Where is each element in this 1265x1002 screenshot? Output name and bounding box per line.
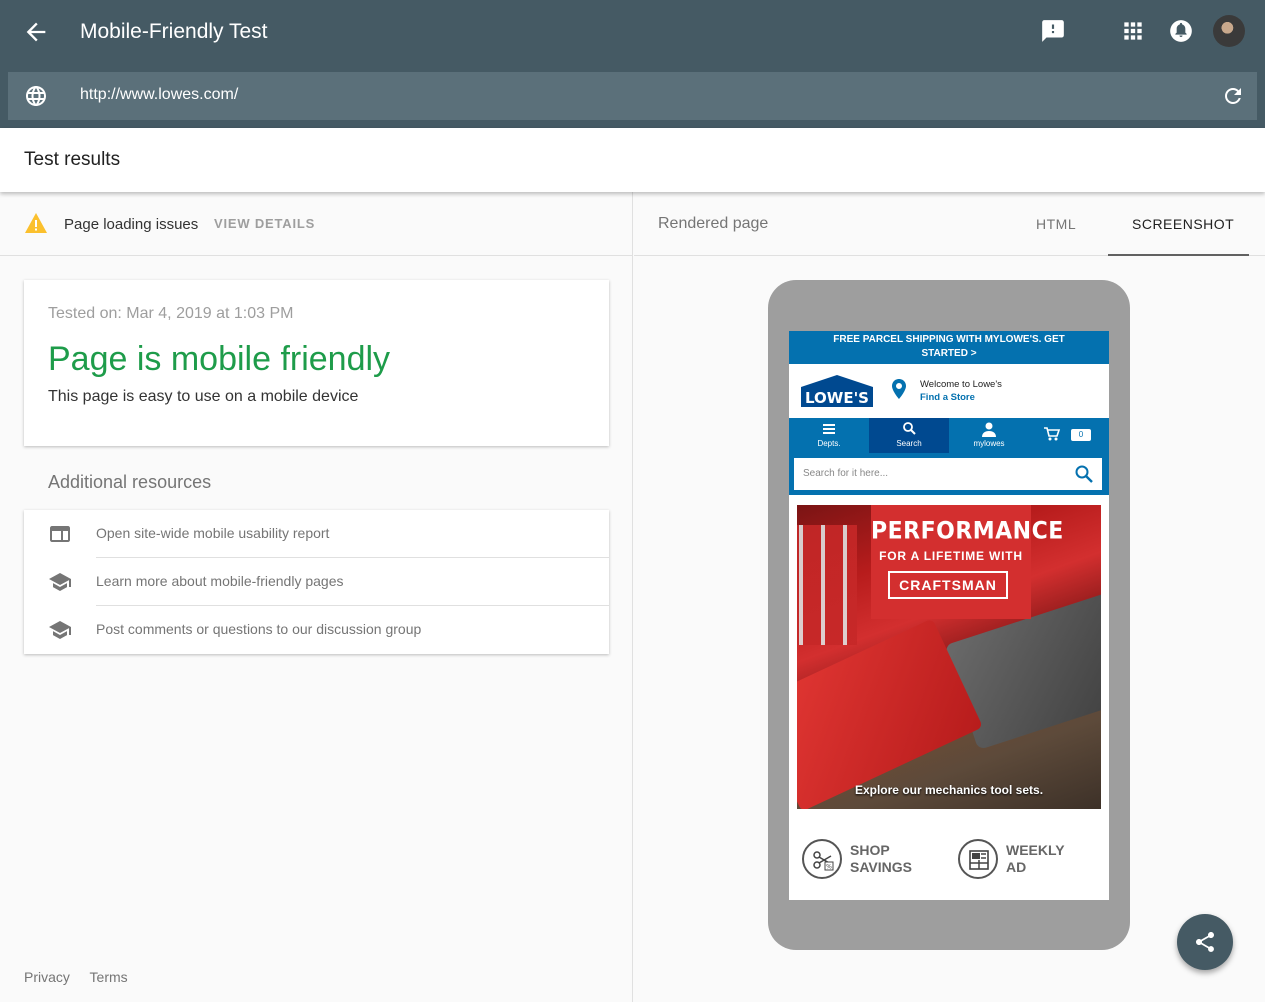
resources-card: Open site-wide mobile usability report L… <box>24 510 609 654</box>
tab-screenshot[interactable]: SCREENSHOT <box>1132 216 1234 232</box>
cart-icon <box>1044 427 1061 441</box>
hero-subline: FOR A LIFETIME WITH <box>879 549 1023 563</box>
svg-text:LOWE'S: LOWE'S <box>805 389 869 407</box>
footer: Privacy Terms <box>24 969 144 985</box>
school-icon <box>48 570 72 594</box>
page-loading-issues-bar: Page loading issues VIEW DETAILS <box>0 192 633 256</box>
page-title: Test results <box>24 149 121 170</box>
nav-label: Search <box>896 439 922 448</box>
rendered-screenshot: FREE PARCEL SHIPPING WITH MYLOWE'S. GET … <box>789 331 1109 900</box>
back-arrow-icon[interactable] <box>22 18 50 46</box>
nav-label: mylowes <box>973 439 1005 448</box>
warning-icon <box>24 212 48 234</box>
nav-cart <box>1029 418 1109 453</box>
shortcut-label: WEEKLY AD <box>1006 842 1065 875</box>
search-icon <box>903 422 916 435</box>
search-icon <box>1075 465 1093 483</box>
socket-rack-image <box>797 525 857 645</box>
result-card: Tested on: Mar 4, 2019 at 1:03 PM Page i… <box>24 280 609 446</box>
site-nav: Depts. Search mylowes 0 <box>789 418 1109 453</box>
additional-resources-heading: Additional resources <box>48 472 212 492</box>
resource-label: Learn more about mobile-friendly pages <box>96 573 344 589</box>
privacy-link[interactable]: Privacy <box>24 969 70 985</box>
resource-item-usability-report[interactable]: Open site-wide mobile usability report <box>24 510 609 558</box>
svg-text:%: % <box>826 864 832 871</box>
welcome-text: Welcome to Lowe's <box>920 379 1002 390</box>
phone-frame: FREE PARCEL SHIPPING WITH MYLOWE'S. GET … <box>768 280 1130 950</box>
nav-search: Search <box>869 418 949 453</box>
user-icon <box>982 422 996 437</box>
craftsman-logo: CRAFTSMAN <box>888 571 1008 599</box>
newspaper-icon <box>958 839 998 879</box>
rendered-page-label: Rendered page <box>658 215 769 232</box>
notifications-icon[interactable] <box>1168 18 1194 44</box>
view-details-button[interactable]: VIEW DETAILS <box>214 216 315 231</box>
apps-grid-icon[interactable] <box>1120 18 1146 44</box>
location-pin-icon <box>891 379 907 399</box>
right-panel: Rendered page HTML SCREENSHOT FREE PARCE… <box>634 192 1265 1002</box>
url-input[interactable]: http://www.lowes.com/ <box>80 86 238 104</box>
shortcut-label: SHOP SAVINGS <box>850 842 912 875</box>
globe-icon <box>24 84 48 108</box>
report-icon <box>48 522 72 546</box>
tab-html[interactable]: HTML <box>1036 216 1076 232</box>
search-placeholder: Search for it here... <box>803 468 889 479</box>
find-store-link: Find a Store <box>920 392 975 403</box>
site-header: LOWE'S Welcome to Lowe's Find a Store <box>789 364 1109 418</box>
resource-label: Post comments or questions to our discus… <box>96 621 422 637</box>
resource-item-discussion-group[interactable]: Post comments or questions to our discus… <box>24 606 609 654</box>
rendered-page-tabs: Rendered page HTML SCREENSHOT <box>634 192 1265 256</box>
nav-mylowes: mylowes <box>949 418 1029 453</box>
share-icon <box>1196 932 1214 952</box>
site-search-bar: Search for it here... <box>789 453 1109 495</box>
refresh-icon[interactable] <box>1221 84 1245 108</box>
tested-on-text: Tested on: Mar 4, 2019 at 1:03 PM <box>48 305 294 322</box>
school-icon <box>48 618 72 642</box>
feedback-icon[interactable] <box>1040 18 1066 44</box>
terms-link[interactable]: Terms <box>90 969 128 985</box>
nav-label: Depts. <box>817 439 841 448</box>
issues-label: Page loading issues <box>64 216 199 233</box>
verdict-heading: Page is mobile friendly <box>48 340 391 378</box>
scissors-coupon-icon: % <box>802 839 842 879</box>
nav-depts: Depts. <box>789 418 869 453</box>
cart-count-badge: 0 <box>1071 429 1091 441</box>
hero-caption: Explore our mechanics tool sets. <box>854 783 1044 797</box>
results-header: Test results <box>0 128 1265 192</box>
url-bar[interactable]: http://www.lowes.com/ <box>8 72 1257 120</box>
hero-headline: PERFORMANCE <box>871 517 1064 546</box>
hero-brand-box: PERFORMANCE FOR A LIFETIME WITH CRAFTSMA… <box>871 505 1064 619</box>
resource-label: Open site-wide mobile usability report <box>96 525 330 541</box>
verdict-description: This page is easy to use on a mobile dev… <box>48 388 359 405</box>
menu-icon <box>823 424 835 434</box>
promo-banner: FREE PARCEL SHIPPING WITH MYLOWE'S. GET … <box>789 331 1109 364</box>
resource-item-learn-more[interactable]: Learn more about mobile-friendly pages <box>24 558 609 606</box>
avatar[interactable] <box>1213 15 1245 47</box>
lowes-logo: LOWE'S <box>799 373 875 409</box>
site-search-input: Search for it here... <box>794 458 1102 490</box>
hero-banner: PERFORMANCE FOR A LIFETIME WITH CRAFTSMA… <box>797 505 1101 809</box>
active-tab-indicator <box>1108 254 1249 256</box>
app-title: Mobile-Friendly Test <box>80 20 268 43</box>
app-bar: Mobile-Friendly Test http://www.lowes.co… <box>0 0 1265 128</box>
left-panel: Page loading issues VIEW DETAILS Tested … <box>0 192 633 1002</box>
share-button[interactable] <box>1177 914 1233 970</box>
